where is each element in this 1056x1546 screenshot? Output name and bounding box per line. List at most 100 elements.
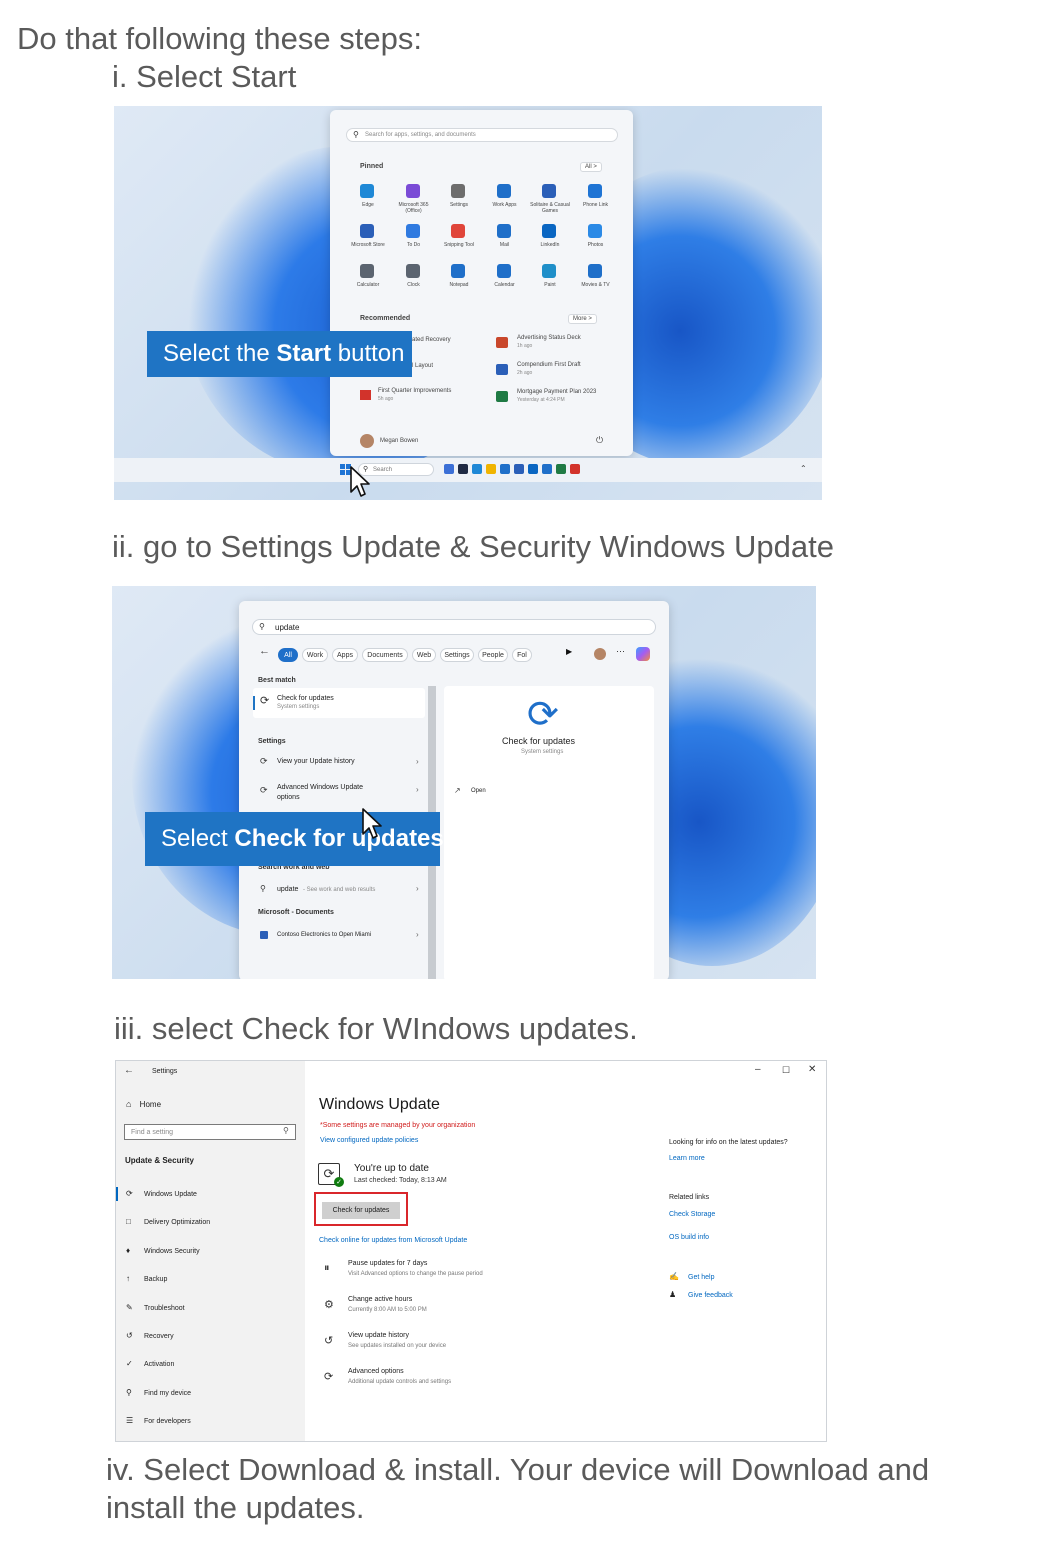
pinned-app[interactable]: Paint [528, 264, 572, 300]
get-help-link[interactable]: ✍ Get help [669, 1272, 759, 1284]
check-badge-icon: ✓ [334, 1177, 344, 1187]
pinned-app[interactable]: Calculator [346, 264, 390, 300]
view-policies-link[interactable]: View configured update policies [320, 1137, 418, 1144]
sidebar-item[interactable]: ⟳ Windows Update [126, 1189, 197, 1198]
best-match-result[interactable]: ⟳ Check for updates System settings [253, 688, 425, 718]
pinned-app[interactable]: Phone Link [574, 184, 618, 220]
pinned-app[interactable]: Photos [574, 224, 618, 260]
pinned-app[interactable]: Snipping Tool [437, 224, 481, 260]
store-icon[interactable] [500, 464, 510, 474]
minimize-icon[interactable]: – [755, 1064, 761, 1075]
task-view-icon[interactable] [444, 464, 454, 474]
sidebar-item[interactable]: ↺ Recovery [126, 1331, 174, 1340]
powerpoint-icon[interactable] [570, 464, 580, 474]
avatar[interactable] [594, 648, 606, 660]
advanced-options-icon: ⟳ [324, 1371, 334, 1383]
filter-chip[interactable]: People [478, 648, 508, 662]
sidebar-item[interactable]: ✓ Activation [126, 1359, 174, 1368]
filter-chip[interactable]: Apps [332, 648, 358, 662]
widgets-icon[interactable] [458, 464, 468, 474]
pinned-app[interactable]: Notepad [437, 264, 481, 300]
start-search-box[interactable]: ⚲ Search for apps, settings, and documen… [346, 128, 618, 142]
pinned-app[interactable]: Calendar [483, 264, 527, 300]
calculator-icon [360, 264, 374, 278]
sidebar-item[interactable]: ↑ Backup [126, 1274, 167, 1283]
filter-chip[interactable]: Web [412, 648, 436, 662]
filter-chip[interactable]: Work [302, 648, 328, 662]
check-for-updates-button[interactable]: Check for updates [322, 1202, 400, 1219]
check-storage-link[interactable]: Check Storage [669, 1211, 715, 1218]
start-menu-screenshot: ⚲ Search for apps, settings, and documen… [114, 106, 822, 500]
power-icon[interactable]: ⏻ [596, 435, 603, 446]
pinned-app[interactable]: Mail [483, 224, 527, 260]
document-result[interactable]: Contoso Electronics to Open Miami › [253, 930, 425, 944]
update-option[interactable]: ⏸ Pause updates for 7 days Visit Advanced … [324, 1260, 584, 1284]
best-match-label: Best match [258, 677, 296, 684]
sidebar-item[interactable]: ☰ For developers [126, 1416, 191, 1425]
sidebar-item[interactable]: ✎ Troubleshoot [126, 1303, 185, 1312]
pinned-app[interactable]: Settings [437, 184, 481, 220]
pinned-app-label: Photos [587, 242, 604, 248]
close-icon[interactable]: ✕ [808, 1064, 816, 1075]
update-option[interactable]: ↺ View update history See updates installe… [324, 1332, 584, 1356]
more-button[interactable]: More > [568, 314, 597, 324]
mail-icon[interactable] [514, 464, 524, 474]
powerpoint-file-icon [496, 337, 508, 348]
mail-icon [496, 224, 511, 238]
filter-chip[interactable]: Settings [440, 648, 474, 662]
excel-icon[interactable] [556, 464, 566, 474]
filter-chip[interactable]: Fol [512, 648, 532, 662]
solitaire-icon [542, 184, 556, 198]
setting-result[interactable]: ⟳ Advanced Windows Update options › [253, 781, 425, 803]
step-1-label: i. Select Start [112, 59, 297, 94]
mouse-pointer-icon [350, 466, 370, 497]
pinned-app[interactable]: Movies & TV [574, 264, 618, 300]
find-setting-input[interactable]: Find a setting ⚲ [124, 1124, 296, 1140]
pinned-app[interactable]: Work Apps [483, 184, 527, 220]
sidebar-item[interactable]: □ Delivery Optimization [126, 1217, 210, 1226]
sidebar-item-label: Troubleshoot [144, 1304, 185, 1312]
edge-icon[interactable] [472, 464, 482, 474]
sidebar-item[interactable]: ⚲ Find my device [126, 1388, 191, 1397]
chevron-up-icon[interactable]: ⌃ [800, 464, 807, 473]
open-action[interactable]: ↗ Open [454, 786, 514, 798]
update-option[interactable]: ⚙ Change active hours Currently 8:00 AM to… [324, 1296, 584, 1320]
back-arrow-icon[interactable]: ← [259, 645, 270, 657]
pinned-app-label: Clock [407, 282, 420, 288]
pinned-app-label: Microsoft Store [351, 242, 385, 248]
step-4-label-line1: iv. Select Download & install. Your devi… [106, 1452, 930, 1487]
chevron-right-icon[interactable]: ▶ [566, 647, 572, 656]
give-feedback-link[interactable]: ♟ Give feedback [669, 1290, 759, 1302]
pinned-app[interactable]: Microsoft Store [346, 224, 390, 260]
pinned-app-label: Calculator [356, 282, 380, 288]
more-options-icon[interactable]: ⋯ [616, 646, 625, 657]
pinned-app[interactable]: Microsoft 365 (Office) [392, 184, 436, 220]
copilot-icon[interactable] [636, 647, 650, 661]
filter-chip[interactable]: Documents [362, 648, 408, 662]
nav-home[interactable]: ⌂ Home [126, 1099, 161, 1109]
all-apps-button[interactable]: All > [580, 162, 602, 172]
pinned-app[interactable]: LinkedIn [528, 224, 572, 260]
search-input[interactable]: ⚲ update [252, 619, 656, 635]
pinned-app[interactable]: Clock [392, 264, 436, 300]
update-option-sub: Additional update controls and settings [348, 1379, 452, 1385]
back-arrow-icon[interactable]: ← [124, 1065, 134, 1076]
recommended-label: Recommended [360, 315, 411, 322]
outlook-icon[interactable] [542, 464, 552, 474]
pinned-app[interactable]: Solitaire & Casual Games [528, 184, 572, 220]
web-result[interactable]: ⚲ update - See work and web results › [253, 884, 425, 898]
learn-more-link[interactable]: Learn more [669, 1155, 705, 1162]
managed-notice: *Some settings are managed by your organ… [320, 1122, 476, 1129]
filter-chip[interactable]: All [278, 648, 298, 662]
os-build-link[interactable]: OS build info [669, 1234, 709, 1241]
sidebar-item[interactable]: ♦ Windows Security [126, 1246, 200, 1255]
user-account[interactable]: Megan Bowen [360, 434, 500, 448]
pinned-app[interactable]: To Do [392, 224, 436, 260]
maximize-icon[interactable]: ☐ [782, 1065, 790, 1076]
settings-icon[interactable] [528, 464, 538, 474]
check-online-link[interactable]: Check online for updates from Microsoft … [319, 1237, 467, 1244]
setting-result[interactable]: ⟳ View your Update history › [253, 756, 425, 770]
update-option[interactable]: ⟳ Advanced options Additional update contr… [324, 1368, 584, 1392]
pinned-app[interactable]: Edge [346, 184, 390, 220]
file-explorer-icon[interactable] [486, 464, 496, 474]
